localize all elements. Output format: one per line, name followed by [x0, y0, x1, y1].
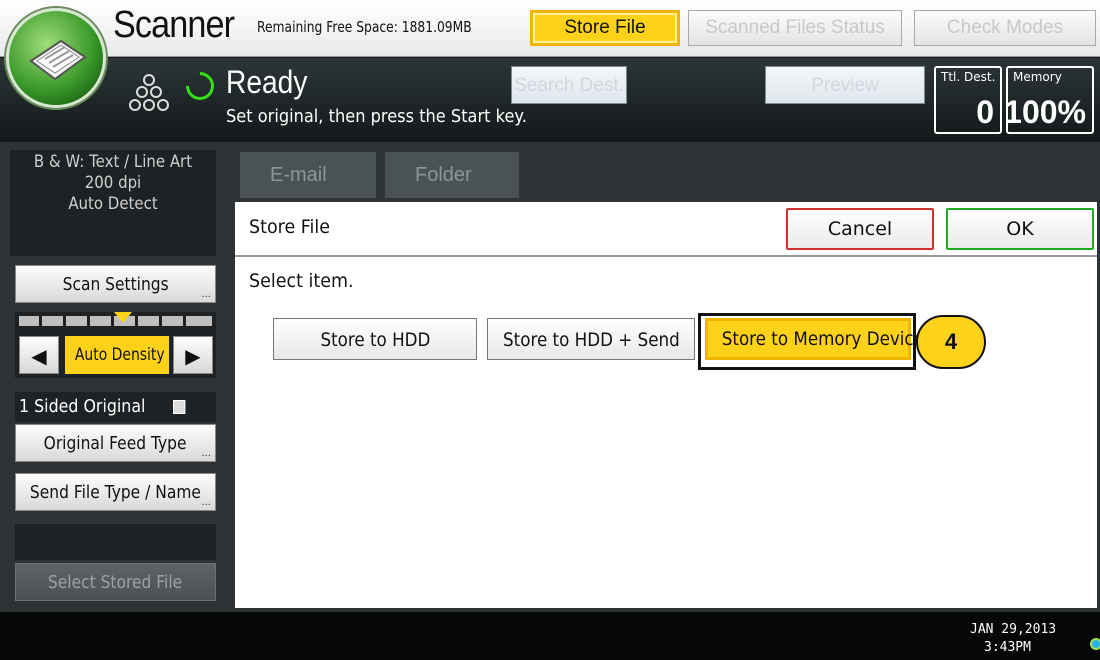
- tab-store-file[interactable]: Store File: [530, 10, 680, 46]
- more-indicator-icon: ...: [201, 448, 211, 459]
- density-control: ◀ Auto Density ▶: [15, 312, 216, 378]
- bottom-bar: [0, 612, 1100, 660]
- memory-value: 100%: [1004, 94, 1086, 130]
- cancel-button[interactable]: Cancel: [786, 208, 934, 250]
- auto-density-button[interactable]: Auto Density: [65, 336, 169, 374]
- memory-label: Memory: [1013, 70, 1062, 84]
- memory-counter: Memory 100%: [1004, 66, 1094, 134]
- option-label: Store to HDD: [320, 329, 430, 351]
- density-marker-icon: [114, 312, 132, 323]
- more-indicator-icon: ...: [201, 289, 211, 300]
- status-message: Set original, then press the Start key.: [226, 106, 527, 127]
- free-space-label: Remaining Free Space: 1881.09MB: [257, 18, 472, 36]
- total-dest-value: 0: [976, 94, 994, 130]
- original-feed-type-button[interactable]: Original Feed Type ...: [15, 424, 216, 462]
- highlight-frame: [698, 313, 916, 370]
- divider: [235, 255, 1097, 257]
- scan-settings-summary: B & W: Text / Line Art 200 dpi Auto Dete…: [10, 150, 216, 256]
- preview-button[interactable]: Preview: [765, 66, 925, 104]
- option-label: Store to HDD + Send: [502, 329, 680, 351]
- search-dest-button[interactable]: Search Dest.: [511, 66, 627, 104]
- date-time: JAN 29,2013 3:43PM: [970, 621, 1056, 657]
- system-status-icon[interactable]: [1090, 638, 1100, 650]
- store-to-hdd-send-button[interactable]: Store to HDD + Send: [487, 318, 695, 360]
- sided-original-indicator: 1 Sided Original: [15, 392, 216, 422]
- scan-settings-label: Scan Settings: [62, 274, 169, 295]
- store-file-dialog: [235, 202, 1097, 608]
- job-dots-icon: [129, 74, 169, 111]
- empty-slot: [15, 524, 216, 560]
- sided-original-text: 1 Sided Original: [19, 396, 146, 417]
- send-file-type-button[interactable]: Send File Type / Name ...: [15, 473, 216, 511]
- resolution-text: 200 dpi: [84, 173, 142, 193]
- top-bar: Scanner Remaining Free Space: 1881.09MB …: [0, 0, 1100, 57]
- status-text: Ready: [226, 64, 308, 100]
- time-text: 3:43PM: [984, 640, 1031, 655]
- size-detect-text: Auto Detect: [68, 194, 158, 214]
- color-mode-text: B & W: Text / Line Art: [33, 152, 193, 172]
- scanner-app-icon: [6, 8, 106, 108]
- tab-check-modes[interactable]: Check Modes: [914, 10, 1096, 46]
- scan-settings-button[interactable]: Scan Settings ...: [15, 265, 216, 303]
- total-destinations-counter: Ttl. Dest. 0: [934, 66, 1002, 134]
- tab-folder[interactable]: Folder: [385, 152, 519, 198]
- date-text: JAN 29,2013: [970, 622, 1057, 637]
- send-file-type-label: Send File Type / Name: [29, 482, 202, 503]
- density-decrease-button[interactable]: ◀: [19, 336, 59, 374]
- density-increase-button[interactable]: ▶: [173, 336, 213, 374]
- select-stored-file-button[interactable]: Select Stored File: [15, 563, 216, 601]
- dialog-title: Store File: [249, 216, 331, 238]
- store-to-hdd-button[interactable]: Store to HDD: [273, 318, 477, 360]
- select-item-prompt: Select item.: [249, 270, 354, 292]
- document-icon: [172, 400, 186, 414]
- more-indicator-icon: ...: [201, 497, 211, 508]
- original-feed-type-label: Original Feed Type: [44, 433, 187, 454]
- step-number-badge: 4: [916, 315, 986, 369]
- auto-density-label: Auto Density: [74, 345, 165, 365]
- total-dest-label: Ttl. Dest.: [941, 70, 996, 84]
- app-title: Scanner: [113, 4, 235, 46]
- tab-email[interactable]: E-mail: [240, 152, 376, 198]
- select-stored-file-label: Select Stored File: [48, 572, 183, 593]
- tab-scanned-files-status[interactable]: Scanned Files Status: [688, 10, 902, 46]
- ok-button[interactable]: OK: [946, 208, 1094, 250]
